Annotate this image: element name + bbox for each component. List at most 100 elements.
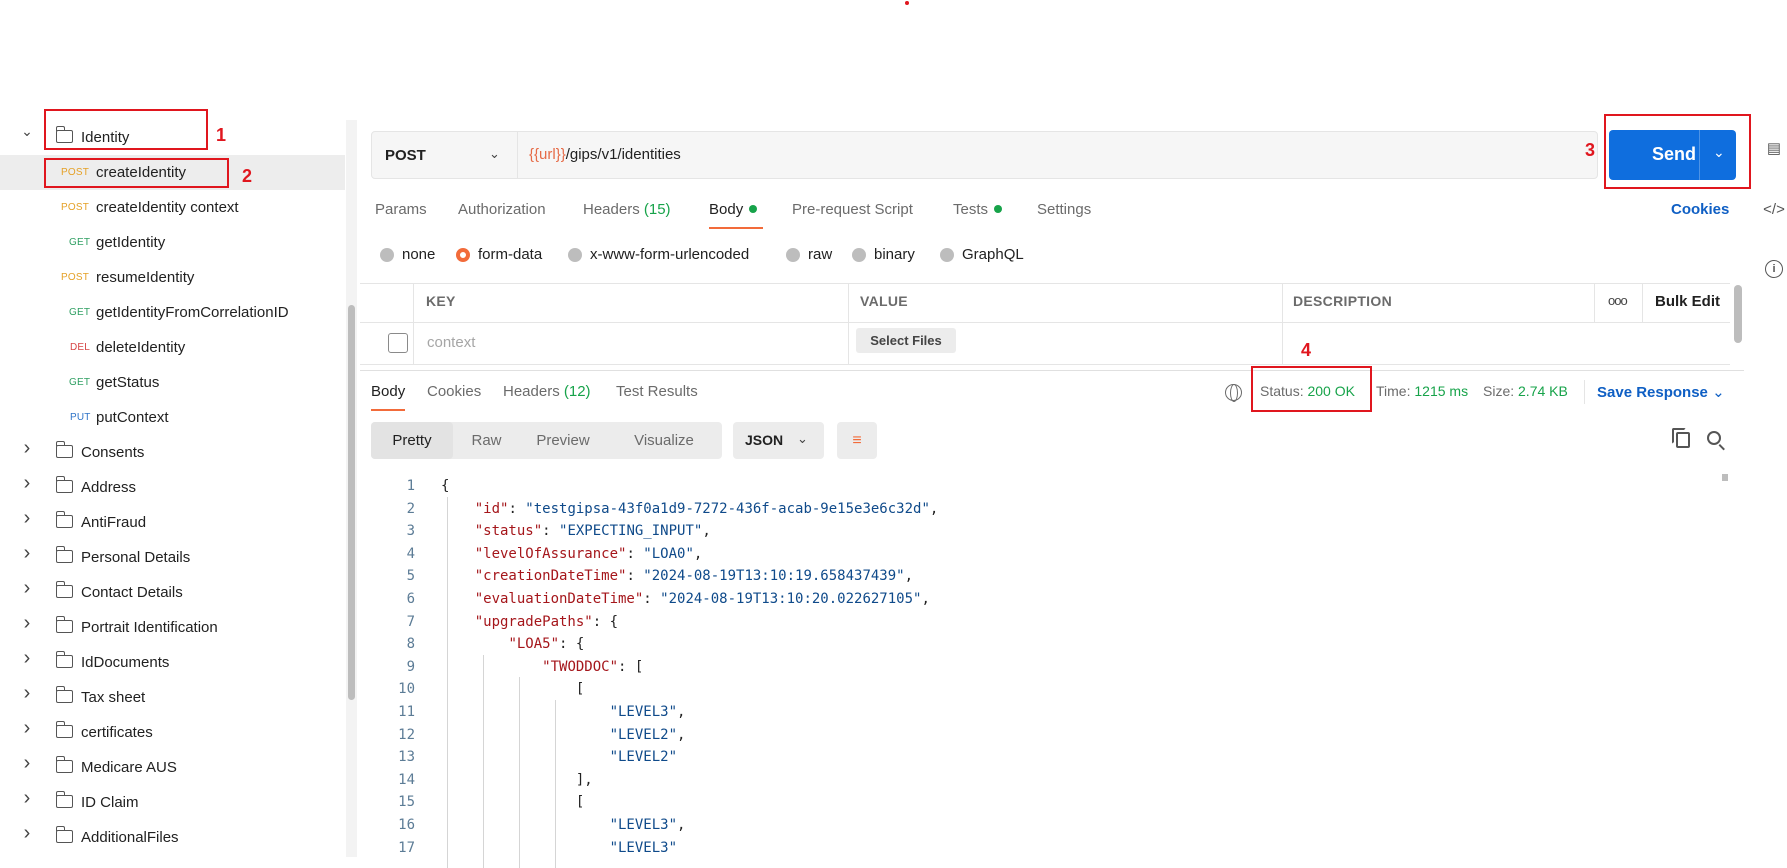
save-response-button[interactable]: Save Response ⌄: [1597, 383, 1725, 401]
tab-headers-label: Headers: [583, 201, 640, 218]
sidebar-request-item[interactable]: GET getIdentity: [0, 225, 345, 260]
chevron-right-icon[interactable]: ›: [20, 577, 34, 599]
wrap-lines-icon[interactable]: ≡: [837, 422, 877, 459]
sidebar-folder-item[interactable]: › Tax sheet: [0, 680, 345, 715]
radio-label-graphql[interactable]: GraphQL: [962, 246, 1024, 263]
view-option-raw[interactable]: Raw: [453, 422, 520, 459]
radio-form-data[interactable]: [456, 248, 470, 262]
response-divider[interactable]: [360, 370, 1744, 371]
method-select[interactable]: POST ⌄: [372, 132, 518, 178]
table-divider: [1282, 283, 1283, 365]
table-border: [360, 322, 1730, 323]
sidebar-folder-item[interactable]: › AntiFraud: [0, 505, 345, 540]
sidebar-folder-item[interactable]: › Personal Details: [0, 540, 345, 575]
more-options-icon[interactable]: ooo: [1608, 293, 1628, 308]
view-option-visualize[interactable]: Visualize: [606, 422, 722, 459]
globe-icon[interactable]: [1225, 384, 1242, 402]
code-token: ,: [921, 591, 930, 607]
code-token: ,: [677, 817, 686, 833]
sidebar-folder-item[interactable]: › Consents: [0, 435, 345, 470]
chevron-right-icon[interactable]: ›: [20, 542, 34, 564]
response-tab-test-results[interactable]: Test Results: [616, 383, 698, 400]
search-icon[interactable]: [1707, 431, 1721, 445]
sidebar-folder-item[interactable]: › Address: [0, 470, 345, 505]
tab-authorization[interactable]: Authorization: [458, 201, 546, 218]
sidebar-folder-item[interactable]: › Contact Details: [0, 575, 345, 610]
url-input[interactable]: {{url}}/gips/v1/identities: [529, 146, 681, 163]
sidebar-folder-item[interactable]: › IdDocuments: [0, 645, 345, 680]
line-number: 16: [398, 817, 415, 833]
sidebar-scrollbar[interactable]: [348, 305, 355, 700]
radio-label-raw[interactable]: raw: [808, 246, 832, 263]
response-tab-body[interactable]: Body: [371, 383, 405, 400]
view-option-pretty[interactable]: Pretty: [371, 422, 453, 459]
tab-prerequest[interactable]: Pre-request Script: [792, 201, 913, 218]
indent-guide: [447, 496, 448, 868]
code-line: {: [441, 478, 449, 494]
sidebar-request-item[interactable]: POST createIdentity context: [0, 190, 345, 225]
sidebar-request-item[interactable]: PUT putContext: [0, 400, 345, 435]
tab-tests[interactable]: Tests: [953, 201, 1003, 218]
chevron-right-icon[interactable]: ›: [20, 437, 34, 459]
method-badge: PUT: [70, 412, 91, 423]
radio-raw[interactable]: [786, 248, 800, 262]
tab-body[interactable]: Body: [709, 201, 758, 218]
chevron-down-icon[interactable]: ⌄: [20, 123, 34, 139]
method-badge: GET: [69, 307, 91, 318]
annotation-number-2: 2: [242, 166, 253, 186]
response-tab-headers[interactable]: Headers (12): [503, 383, 591, 400]
radio-label-binary[interactable]: binary: [874, 246, 915, 263]
radio-graphql[interactable]: [940, 248, 954, 262]
folder-icon: [55, 651, 73, 668]
sidebar-request-item[interactable]: GET getStatus: [0, 365, 345, 400]
response-headers-label: Headers: [503, 383, 560, 400]
select-files-button[interactable]: Select Files: [856, 328, 956, 353]
code-token: "evaluationDateTime": [474, 591, 644, 607]
line-number: 5: [406, 568, 415, 585]
table-scrollbar[interactable]: [1734, 285, 1742, 343]
bulk-edit-button[interactable]: Bulk Edit: [1655, 293, 1720, 310]
size-value: 2.74 KB: [1518, 383, 1568, 399]
radio-label-x-www-form-urlencoded[interactable]: x-www-form-urlencoded: [590, 246, 749, 263]
chevron-right-icon[interactable]: ›: [20, 507, 34, 529]
chevron-right-icon[interactable]: ›: [20, 822, 34, 844]
sidebar-folder-item[interactable]: › Medicare AUS: [0, 750, 345, 785]
chevron-right-icon[interactable]: ›: [20, 682, 34, 704]
chevron-right-icon[interactable]: ›: [20, 472, 34, 494]
sidebar-folder-item[interactable]: › AdditionalFiles: [0, 820, 345, 855]
response-tab-cookies[interactable]: Cookies: [427, 383, 481, 400]
sidebar-request-item[interactable]: POST resumeIdentity: [0, 260, 345, 295]
tab-params[interactable]: Params: [375, 201, 427, 218]
key-input[interactable]: context: [427, 334, 475, 351]
radio-none[interactable]: [380, 248, 394, 262]
view-option-preview[interactable]: Preview: [520, 422, 606, 459]
chevron-right-icon[interactable]: ›: [20, 612, 34, 634]
sidebar-folder-item[interactable]: › Portrait Identification: [0, 610, 345, 645]
chevron-right-icon[interactable]: ›: [20, 717, 34, 739]
sidebar-folder-item[interactable]: › certificates: [0, 715, 345, 750]
code-token: :: [542, 523, 560, 540]
tab-headers[interactable]: Headers (15): [583, 201, 671, 218]
chevron-right-icon[interactable]: ›: [20, 647, 34, 669]
code-icon[interactable]: </>: [1763, 200, 1785, 218]
radio-binary[interactable]: [852, 248, 866, 262]
code-scrollbar[interactable]: [1722, 474, 1728, 481]
format-select[interactable]: JSON ⌄: [733, 422, 824, 459]
sidebar-request-item[interactable]: GET getIdentityFromCorrelationID: [0, 295, 345, 330]
row-checkbox[interactable]: [388, 333, 408, 353]
comments-icon[interactable]: ▤: [1765, 139, 1783, 157]
info-icon[interactable]: i: [1765, 260, 1783, 278]
sidebar-folder-item[interactable]: › ID Claim: [0, 785, 345, 820]
table-border: [360, 364, 1730, 365]
url-path: /gips/v1/identities: [565, 146, 681, 163]
sidebar-request-item[interactable]: DEL deleteIdentity: [0, 330, 345, 365]
tab-settings[interactable]: Settings: [1037, 201, 1091, 218]
chevron-right-icon[interactable]: ›: [20, 752, 34, 774]
copy-icon[interactable]: [1672, 428, 1690, 448]
radio-label-none[interactable]: none: [402, 246, 435, 263]
radio-x-www-form-urlencoded[interactable]: [568, 248, 582, 262]
radio-label-form-data[interactable]: form-data: [478, 246, 542, 263]
chevron-right-icon[interactable]: ›: [20, 787, 34, 809]
cookies-link[interactable]: Cookies: [1671, 201, 1729, 218]
